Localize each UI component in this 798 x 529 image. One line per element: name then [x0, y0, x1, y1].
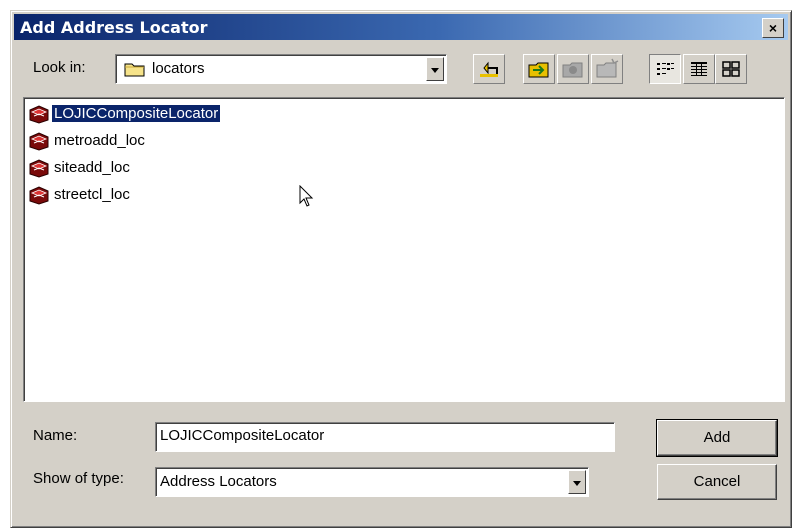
up-one-level-button[interactable] — [473, 54, 505, 84]
new-folder-icon — [596, 58, 619, 78]
list-item-label: siteadd_loc — [54, 159, 130, 176]
mouse-pointer-icon — [299, 185, 314, 207]
list-item-label: streetcl_loc — [54, 186, 130, 203]
address-locator-icon — [29, 159, 49, 178]
list-view-icon — [657, 63, 674, 75]
show-of-type-value: Address Locators — [160, 473, 277, 490]
look-in-combo[interactable]: locators — [115, 54, 447, 84]
show-of-type-combo[interactable]: Address Locators — [155, 467, 589, 497]
name-input[interactable] — [160, 427, 580, 444]
address-locator-icon — [29, 186, 49, 205]
show-of-type-dropdown-button[interactable] — [568, 470, 586, 494]
add-button[interactable]: Add — [656, 419, 778, 457]
close-icon: × — [768, 20, 778, 36]
look-in-label: Look in: — [33, 59, 86, 76]
thumbnails-view-button[interactable] — [715, 54, 747, 84]
connect-folder-icon — [528, 62, 549, 78]
add-address-locator-dialog: Add Address Locator × Look in: locators — [10, 10, 792, 528]
address-locator-icon — [29, 132, 49, 151]
up-folder-icon — [480, 61, 498, 77]
title-bar[interactable]: Add Address Locator × — [14, 14, 788, 40]
show-of-type-label: Show of type: — [33, 470, 124, 487]
window-title: Add Address Locator — [20, 18, 208, 37]
list-item-label: metroadd_loc — [54, 132, 145, 149]
look-in-value: locators — [152, 60, 205, 77]
thumbnails-view-icon — [722, 61, 740, 77]
folder-icon — [124, 63, 145, 77]
name-field[interactable] — [155, 422, 615, 452]
address-locator-icon — [29, 105, 49, 124]
list-view-button[interactable] — [649, 54, 681, 84]
file-list[interactable]: LOJICCompositeLocator metroadd_loc sitea… — [23, 97, 785, 402]
name-label: Name: — [33, 427, 78, 444]
look-in-dropdown-button[interactable] — [426, 57, 444, 81]
cancel-button[interactable]: Cancel — [657, 464, 777, 500]
connect-folder-button[interactable] — [523, 54, 555, 84]
details-view-icon — [691, 62, 707, 76]
new-folder-button[interactable] — [591, 54, 623, 84]
details-view-button[interactable] — [683, 54, 715, 84]
disconnect-folder-button[interactable] — [557, 54, 589, 84]
list-item-label: LOJICCompositeLocator — [50, 104, 222, 123]
disconnect-folder-icon — [562, 62, 583, 78]
close-button[interactable]: × — [762, 18, 784, 38]
